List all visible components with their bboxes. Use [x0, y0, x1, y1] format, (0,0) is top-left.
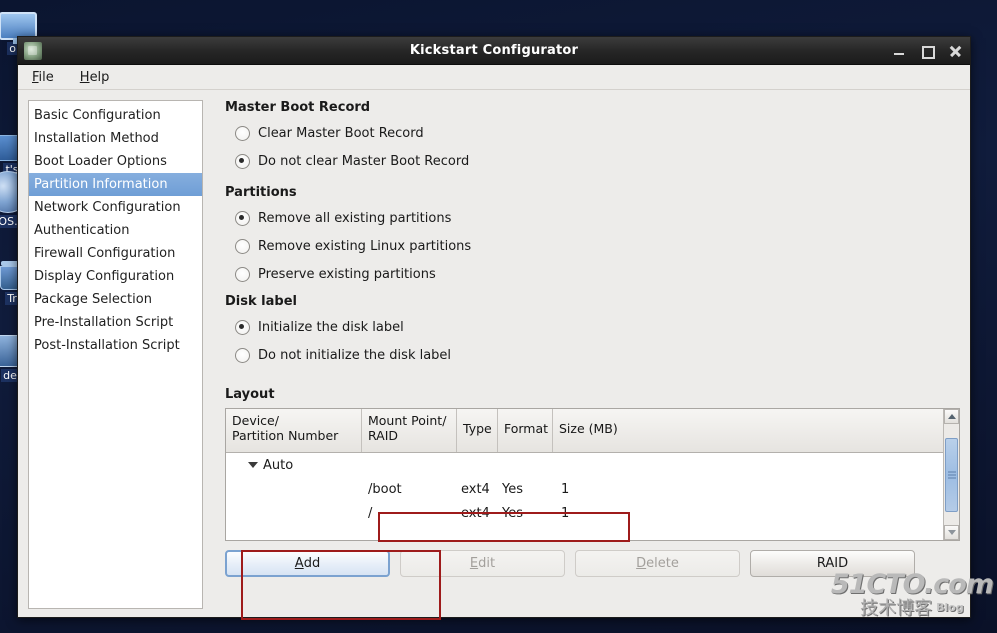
delete-button[interactable]: Delete — [575, 550, 740, 577]
menubar: File Help — [18, 65, 970, 90]
chevron-down-icon — [947, 530, 956, 535]
table-row[interactable]: /boot ext4 Yes 1 — [226, 477, 943, 501]
sidebar-item-package-selection[interactable]: Package Selection — [29, 288, 202, 311]
expander-icon[interactable] — [248, 462, 258, 468]
sidebar-item-authentication[interactable]: Authentication — [29, 219, 202, 242]
sidebar-item-boot-loader-options[interactable]: Boot Loader Options — [29, 150, 202, 173]
table-row[interactable]: / ext4 Yes 1 — [226, 501, 943, 525]
cell-format: Yes — [502, 481, 523, 497]
scrollbar-track[interactable] — [944, 424, 959, 525]
menu-help[interactable]: Help — [76, 68, 114, 87]
cell-format: Yes — [502, 505, 523, 521]
radio-indicator — [235, 347, 250, 363]
cell-device: Auto — [226, 458, 362, 473]
radio-do-not-initialize-disk-label[interactable]: Do not initialize the disk label — [235, 341, 960, 369]
sidebar-item-network-configuration[interactable]: Network Configuration — [29, 196, 202, 219]
window-body: Basic Configuration Installation Method … — [18, 90, 970, 617]
close-icon[interactable] — [948, 44, 962, 58]
raid-button-label: RAID — [816, 556, 849, 571]
kickstart-configurator-window: Kickstart Configurator File Help Basic C… — [17, 36, 971, 618]
maximize-icon[interactable] — [920, 44, 935, 59]
column-header-device[interactable]: Device/ Partition Number — [226, 409, 362, 452]
grip-icon — [947, 470, 956, 481]
window-title: Kickstart Configurator — [409, 43, 579, 58]
cell-device-label: Auto — [263, 457, 294, 473]
table-body: Hard Drives Auto — [226, 453, 943, 540]
app-icon — [24, 41, 42, 60]
sidebar-item-firewall-configuration[interactable]: Firewall Configuration — [29, 242, 202, 265]
partitions-group-title: Partitions — [225, 185, 297, 200]
cell-type: ext4 — [461, 481, 490, 497]
radio-remove-existing-linux-partitions[interactable]: Remove existing Linux partitions — [235, 232, 960, 260]
column-header-size[interactable]: Size (MB) — [553, 409, 943, 452]
sidebar-item-pre-installation-script[interactable]: Pre-Installation Script — [29, 311, 202, 334]
scrollbar-thumb[interactable] — [945, 438, 958, 512]
radio-label: Do not initialize the disk label — [258, 347, 452, 363]
radio-do-not-clear-mbr[interactable]: Do not clear Master Boot Record — [235, 147, 960, 175]
sidebar-item-post-installation-script[interactable]: Post-Installation Script — [29, 334, 202, 357]
radio-label: Remove existing Linux partitions — [258, 238, 472, 254]
column-header-format[interactable]: Format — [498, 409, 553, 452]
radio-indicator — [235, 266, 250, 282]
raid-button[interactable]: RAID — [750, 550, 915, 577]
add-button[interactable]: Add — [225, 550, 390, 577]
desktop-background: om t's OS. Tr de Kickstart Configurator … — [0, 0, 997, 633]
radio-indicator-selected — [235, 153, 250, 169]
edit-button[interactable]: Edit — [400, 550, 565, 577]
section-list: Basic Configuration Installation Method … — [28, 100, 203, 609]
sidebar-item-installation-method[interactable]: Installation Method — [29, 127, 202, 150]
radio-remove-all-existing-partitions[interactable]: Remove all existing partitions — [235, 204, 960, 232]
radio-indicator-selected — [235, 319, 250, 335]
disk-label-group-title: Disk label — [225, 294, 297, 309]
radio-label: Initialize the disk label — [258, 319, 404, 335]
column-header-mount-point[interactable]: Mount Point/ RAID — [362, 409, 457, 452]
layout-action-buttons: Add Edit Delete RAID — [225, 550, 960, 577]
scroll-down-button[interactable] — [944, 525, 959, 540]
radio-label: Remove all existing partitions — [258, 210, 452, 226]
column-header-type[interactable]: Type — [457, 409, 498, 452]
delete-button-label: elete — [646, 556, 679, 571]
window-controls — [892, 44, 962, 59]
radio-label: Do not clear Master Boot Record — [258, 153, 470, 169]
radio-initialize-disk-label[interactable]: Initialize the disk label — [235, 313, 960, 341]
window-titlebar[interactable]: Kickstart Configurator — [18, 37, 970, 65]
cell-mount: /boot — [368, 481, 402, 497]
radio-label: Preserve existing partitions — [258, 266, 436, 282]
edit-button-label: dit — [478, 556, 496, 571]
cell-type: ext4 — [461, 505, 490, 521]
partition-layout-table: Device/ Partition Number Mount Point/ RA… — [225, 408, 960, 541]
menu-help-label: elp — [89, 69, 110, 85]
table-vertical-scrollbar[interactable] — [943, 409, 959, 540]
mbr-group-title: Master Boot Record — [225, 100, 371, 115]
layout-group-title: Layout — [225, 387, 275, 402]
menu-file-label: ile — [38, 69, 54, 85]
radio-indicator — [235, 238, 250, 254]
disk-label-group: Disk label Initialize the disk label Do … — [225, 294, 960, 369]
sidebar-item-partition-information[interactable]: Partition Information — [29, 173, 202, 196]
radio-label: Clear Master Boot Record — [258, 125, 424, 141]
partition-information-panel: Master Boot Record Clear Master Boot Rec… — [217, 100, 960, 609]
menu-file[interactable]: File — [28, 68, 58, 87]
table-row[interactable]: Auto — [226, 453, 943, 477]
add-button-label: dd — [303, 556, 321, 571]
radio-indicator-selected — [235, 210, 250, 226]
scroll-up-button[interactable] — [944, 409, 959, 424]
sidebar-item-basic-configuration[interactable]: Basic Configuration — [29, 104, 202, 127]
cell-mount: / — [368, 505, 373, 521]
radio-indicator — [235, 125, 250, 141]
cell-size: 1 — [561, 481, 570, 497]
table-header-row: Device/ Partition Number Mount Point/ RA… — [226, 409, 943, 453]
minimize-icon[interactable] — [892, 44, 906, 58]
table-content: Device/ Partition Number Mount Point/ RA… — [226, 409, 943, 540]
chevron-up-icon — [947, 414, 956, 419]
cell-size: 1 — [561, 505, 570, 521]
master-boot-record-group: Master Boot Record Clear Master Boot Rec… — [225, 100, 960, 175]
partitions-group: Partitions Remove all existing partition… — [225, 185, 960, 288]
radio-clear-mbr[interactable]: Clear Master Boot Record — [235, 119, 960, 147]
sidebar-item-display-configuration[interactable]: Display Configuration — [29, 265, 202, 288]
radio-preserve-existing-partitions[interactable]: Preserve existing partitions — [235, 260, 960, 288]
